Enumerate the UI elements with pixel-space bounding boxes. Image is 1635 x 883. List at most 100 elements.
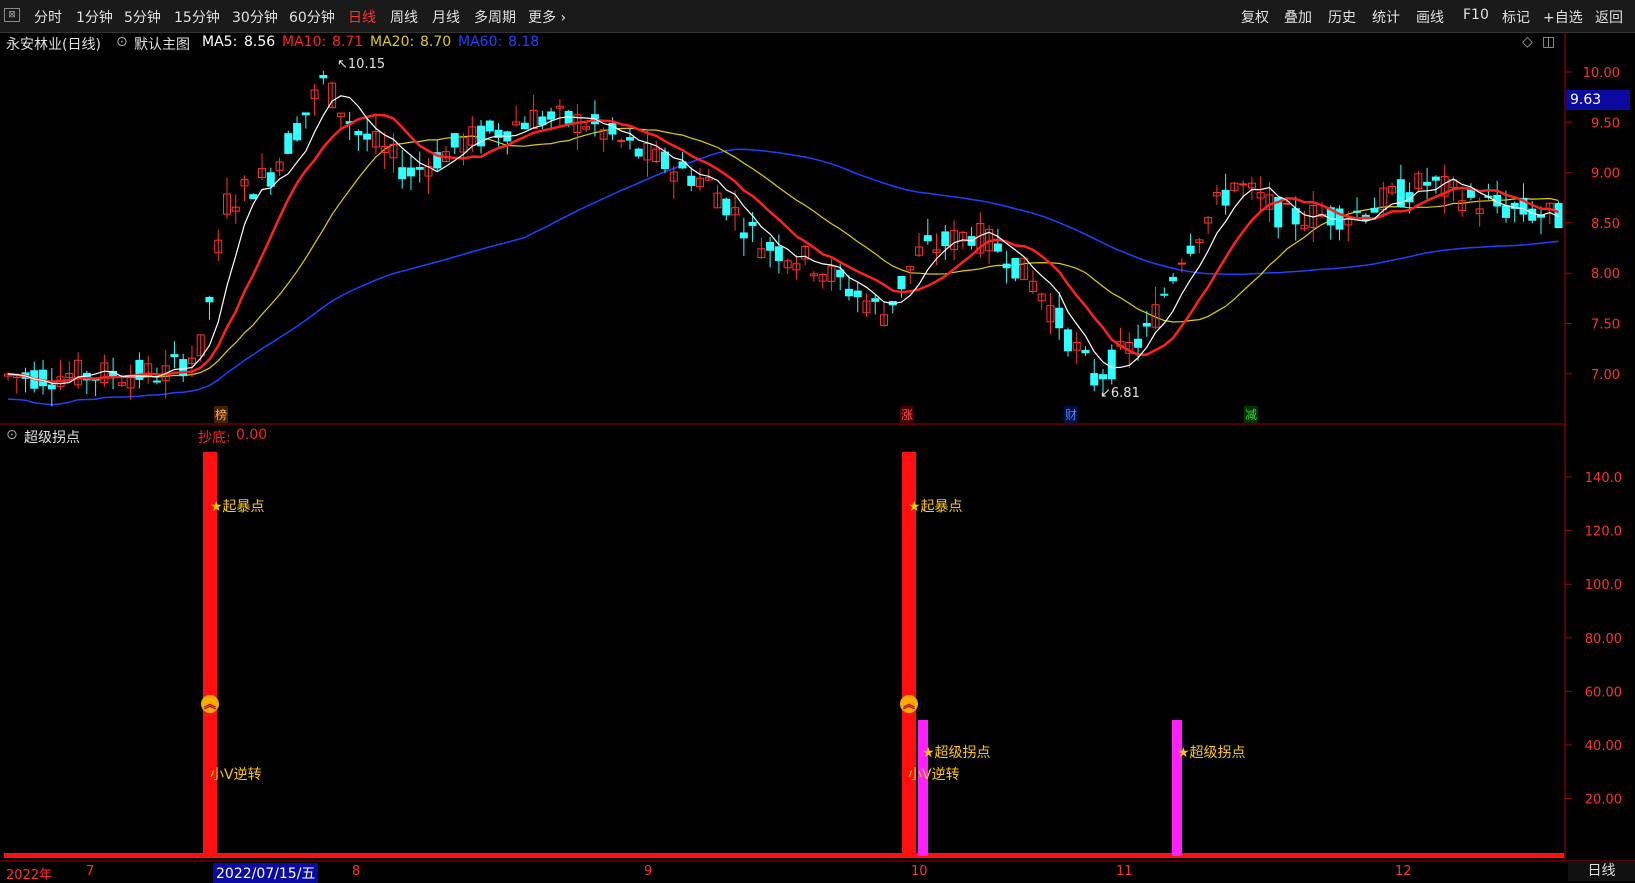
tab-multi-period[interactable]: 多周期 xyxy=(474,7,516,27)
mark-button[interactable]: 标记 xyxy=(1502,7,1530,27)
event-marker-jian[interactable]: 减 xyxy=(1244,406,1259,423)
template-dropdown-icon[interactable]: ⊙ xyxy=(116,34,128,50)
candle-body xyxy=(590,114,599,125)
x-label-oct: 10 xyxy=(911,864,928,879)
tab-1min[interactable]: 1分钟 xyxy=(76,7,113,27)
candle-body xyxy=(1046,305,1055,323)
fuquan-button[interactable]: 复权 xyxy=(1241,7,1269,27)
candle-body xyxy=(39,369,48,387)
ma60-label: MA60: xyxy=(458,34,503,50)
tab-60min[interactable]: 60分钟 xyxy=(289,7,335,27)
history-button[interactable]: 历史 xyxy=(1328,7,1356,27)
candle-body xyxy=(275,161,284,172)
period-indicator[interactable]: 日线 xyxy=(1568,861,1635,881)
tab-weekly[interactable]: 周线 xyxy=(390,7,418,27)
candle-body xyxy=(1405,192,1414,203)
candle-body xyxy=(1230,182,1239,191)
tab-daily[interactable]: 日线 xyxy=(348,7,376,27)
overlay-button[interactable]: 叠加 xyxy=(1284,7,1312,27)
candle-body xyxy=(1002,263,1011,269)
event-marker-bang[interactable]: 榜 xyxy=(214,406,229,423)
candle-body xyxy=(950,230,959,251)
candle-body xyxy=(976,223,985,254)
candle-body xyxy=(888,300,897,306)
restore-window-icon[interactable]: ⊠ xyxy=(4,8,20,22)
panel-toggle-icon[interactable]: ◫ xyxy=(1542,34,1555,50)
sub-baseline xyxy=(4,853,1564,858)
tab-fenshi[interactable]: 分时 xyxy=(34,7,62,27)
candle-body xyxy=(1484,195,1493,198)
stats-button[interactable]: 统计 xyxy=(1372,7,1400,27)
candle-body xyxy=(406,167,415,177)
candle-body xyxy=(380,145,389,154)
candle-body xyxy=(739,232,748,239)
candle-body xyxy=(56,376,65,388)
tab-monthly[interactable]: 月线 xyxy=(432,7,460,27)
sub-y-tick-label: 100.0 xyxy=(1585,578,1622,593)
candle-body xyxy=(205,296,214,303)
candle-body xyxy=(1475,208,1484,215)
x-label-dec: 12 xyxy=(1395,864,1412,879)
f10-button[interactable]: F10 xyxy=(1463,7,1489,23)
candle-body xyxy=(582,126,591,130)
candle-body xyxy=(906,266,915,271)
up-arrow-icon: ︽ xyxy=(900,695,918,713)
candle-body xyxy=(1265,194,1274,210)
tab-5min[interactable]: 5分钟 xyxy=(124,7,161,27)
candle-body xyxy=(223,193,231,215)
event-marker-zhang[interactable]: 涨 xyxy=(900,406,915,423)
candle-body xyxy=(1388,185,1397,194)
candle-body xyxy=(1169,276,1178,282)
candle-body xyxy=(1414,173,1423,190)
candle-body xyxy=(1423,181,1432,186)
candle-body xyxy=(1037,293,1046,302)
candle-body xyxy=(1335,208,1344,230)
candle-body xyxy=(1291,208,1300,225)
candle-body xyxy=(1493,194,1502,207)
tab-more[interactable]: 更多 › xyxy=(528,7,566,27)
add-favorite-button[interactable]: +自选 xyxy=(1543,7,1583,27)
candle-body xyxy=(1282,202,1291,205)
draw-button[interactable]: 画线 xyxy=(1416,7,1444,27)
stock-name[interactable]: 永安林业(日线) xyxy=(6,34,101,54)
indicator-dropdown-icon[interactable]: ⊙ xyxy=(6,427,18,443)
candle-body xyxy=(1151,304,1160,328)
back-button[interactable]: 返回 xyxy=(1595,7,1623,27)
event-marker-cai[interactable]: 财 xyxy=(1064,406,1079,423)
high-price-value: 10.15 xyxy=(347,57,386,72)
candle-body xyxy=(547,111,556,120)
diamond-icon[interactable]: ◇ xyxy=(1522,34,1533,50)
sub-y-tick-label: 20.00 xyxy=(1585,793,1622,808)
candle-body xyxy=(1466,187,1475,198)
ma5-value: 8.56 xyxy=(244,34,276,50)
low-price-value: 6.81 xyxy=(1110,386,1140,401)
candle-body xyxy=(345,121,354,124)
candle-body xyxy=(117,382,126,386)
crosshair-date: 2022/07/15/五 xyxy=(213,863,319,883)
candle-body xyxy=(1011,257,1020,279)
candle-body xyxy=(520,122,529,130)
main-y-tick-label: 9.00 xyxy=(1591,167,1620,182)
candle-body xyxy=(941,231,950,247)
candle-body xyxy=(1396,179,1405,208)
candle-body xyxy=(1081,349,1090,354)
candle-body xyxy=(1326,207,1335,226)
xiaov-label-2: 小V逆转 xyxy=(908,767,960,783)
x-label-nov: 11 xyxy=(1116,864,1133,879)
candle-body xyxy=(214,239,223,254)
candle-body xyxy=(100,362,109,383)
candle-body xyxy=(1239,183,1248,186)
candle-body xyxy=(1379,187,1388,211)
main-y-tick-label: 8.00 xyxy=(1591,267,1620,282)
candle-body xyxy=(687,175,696,186)
candle-body xyxy=(599,129,608,140)
candle-body xyxy=(783,260,792,269)
candle-body xyxy=(196,334,205,357)
tab-30min[interactable]: 30分钟 xyxy=(232,7,278,27)
tab-15min[interactable]: 15分钟 xyxy=(174,7,220,27)
candle-body xyxy=(1247,182,1256,189)
template-name[interactable]: 默认主图 xyxy=(134,34,190,54)
candle-body xyxy=(1554,203,1563,229)
sub-y-tick-label: 120.0 xyxy=(1585,525,1622,540)
indicator-name[interactable]: 超级拐点 xyxy=(24,427,80,447)
